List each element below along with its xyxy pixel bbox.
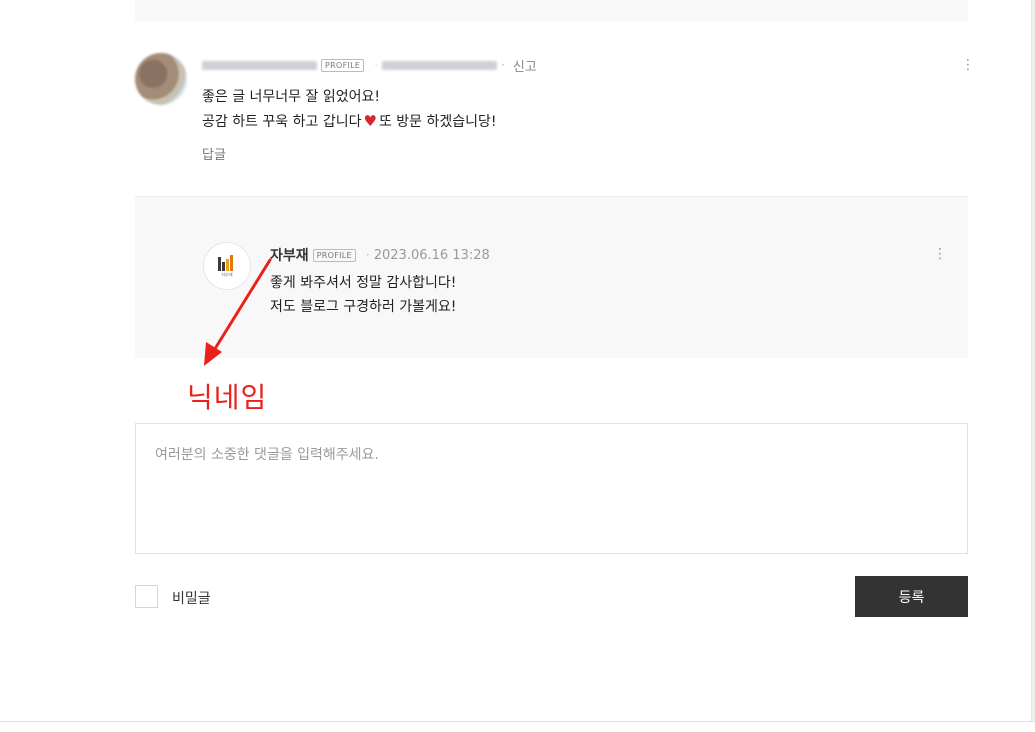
comment-body: 좋은 글 너무너무 잘 읽었어요! 공감 하트 꾸욱 하고 갑니다 ♥ 또 방문 하… <box>202 85 497 134</box>
comment-text-part: 또 방문 하겠습니당! <box>378 114 497 130</box>
heart-icon: ♥ <box>363 112 377 130</box>
commenter-name-blurred[interactable] <box>202 60 317 70</box>
secret-comment-label[interactable]: 비밀글 <box>172 588 211 608</box>
reply-text-line: 저도 블로그 구경하러 가볼게요! <box>270 299 457 315</box>
profile-badge[interactable]: PROFILE <box>321 58 365 72</box>
comment-text-line: 공감 하트 꾸욱 하고 갑니다 ♥ 또 방문 하겠습니당! <box>202 109 497 134</box>
reply-meta: 자부재 PROFILE · 2023.06.16 13:28 <box>270 245 490 265</box>
more-vertical-icon[interactable]: ⋮ <box>961 58 975 72</box>
annotation-arrow <box>204 258 272 366</box>
previous-comment-background <box>135 0 968 21</box>
reply-date: 2023.06.16 13:28 <box>373 247 490 263</box>
report-link[interactable]: 신고 <box>513 56 537 75</box>
comment-text-line: 좋은 글 너무너무 잘 읽었어요! <box>202 89 380 105</box>
logo-text: 자부재 <box>221 272 233 277</box>
annotation-label: 닉네임 <box>187 381 268 414</box>
separator: · <box>501 58 505 72</box>
separator: · <box>374 58 379 72</box>
more-vertical-icon[interactable]: ⋮ <box>933 247 947 261</box>
logo-mark <box>217 255 237 271</box>
comment-text-part: 공감 하트 꾸욱 하고 갑니다 <box>202 114 362 130</box>
submit-button[interactable]: 등록 <box>855 576 968 617</box>
checkbox-icon[interactable] <box>135 585 158 608</box>
reply-item: 자부재 자부재 PROFILE · 2023.06.16 13:28 ⋮ 좋게 … <box>135 196 968 358</box>
divider <box>0 721 1035 722</box>
profile-badge[interactable]: PROFILE <box>312 248 356 262</box>
author-logo-avatar[interactable]: 자부재 <box>203 242 251 290</box>
reply-body: 좋게 봐주셔서 정말 감사합니다! 저도 블로그 구경하러 가볼게요! <box>270 271 456 319</box>
comment-meta: PROFILE · · 신고 <box>202 56 537 75</box>
comment-date-blurred <box>382 60 498 70</box>
reply-text-line: 좋게 봐주셔서 정말 감사합니다! <box>270 275 457 291</box>
commenter-avatar[interactable] <box>135 53 187 105</box>
scrollbar[interactable] <box>1031 0 1035 722</box>
author-nickname[interactable]: 자부재 <box>270 245 309 265</box>
reply-button[interactable]: 답글 <box>202 144 226 163</box>
separator: · <box>365 248 370 262</box>
comment-input[interactable] <box>135 423 968 554</box>
